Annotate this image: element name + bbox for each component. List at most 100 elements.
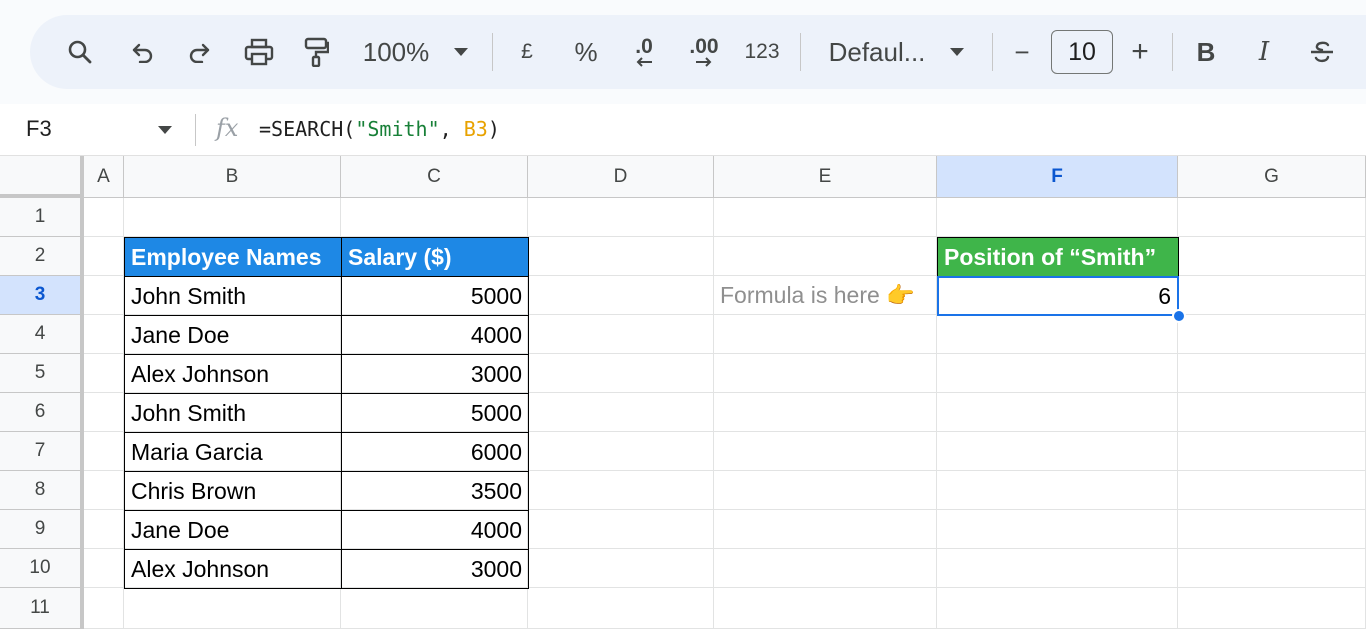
grid-cell[interactable] — [84, 315, 124, 354]
grid-cell[interactable] — [528, 315, 714, 354]
increase-font-size-button[interactable]: + — [1124, 15, 1156, 89]
grid-cell[interactable] — [714, 354, 937, 393]
font-size-input[interactable]: 10 — [1051, 30, 1113, 74]
grid-cell[interactable] — [84, 276, 124, 315]
grid-cell[interactable] — [1178, 432, 1366, 471]
grid-cell[interactable] — [528, 393, 714, 432]
zoom-value[interactable]: 100% — [356, 15, 436, 89]
search-icon[interactable] — [60, 15, 100, 89]
grid-cell[interactable] — [84, 510, 124, 549]
row-header-4[interactable]: 4 — [0, 315, 84, 354]
name-cell[interactable]: Maria Garcia — [124, 432, 342, 472]
column-header-b[interactable]: B — [124, 156, 341, 198]
currency-format-button[interactable]: £ — [512, 15, 542, 89]
row-header-1[interactable]: 1 — [0, 198, 84, 237]
salary-cell[interactable]: 3500 — [341, 471, 529, 511]
strikethrough-icon[interactable] — [1304, 15, 1340, 89]
grid-cell[interactable] — [937, 549, 1178, 588]
name-cell[interactable]: Alex Johnson — [124, 354, 342, 394]
salary-cell[interactable]: 3000 — [341, 354, 529, 394]
name-cell[interactable]: Chris Brown — [124, 471, 342, 511]
zoom-dropdown-icon[interactable] — [448, 15, 474, 89]
grid-cell[interactable] — [528, 432, 714, 471]
font-dropdown-icon[interactable] — [944, 15, 970, 89]
grid-cell[interactable] — [528, 549, 714, 588]
row-header-3[interactable]: 3 — [0, 276, 84, 315]
formula-note-cell[interactable]: Formula is here 👉 — [714, 276, 937, 315]
grid-cell[interactable] — [937, 198, 1178, 237]
row-header-5[interactable]: 5 — [0, 354, 84, 393]
grid-cell[interactable] — [714, 432, 937, 471]
name-box-dropdown-icon[interactable] — [158, 126, 172, 134]
grid-cell[interactable] — [528, 510, 714, 549]
decrease-font-size-button[interactable]: − — [1008, 15, 1036, 89]
grid-cell[interactable] — [1178, 549, 1366, 588]
grid-cell[interactable] — [714, 510, 937, 549]
grid-cell[interactable] — [1178, 471, 1366, 510]
grid-cell[interactable] — [714, 588, 937, 629]
grid-cell[interactable] — [714, 198, 937, 237]
select-all-corner[interactable] — [0, 156, 84, 198]
grid-cell[interactable] — [124, 198, 341, 237]
grid-cell[interactable] — [1178, 315, 1366, 354]
column-header-c[interactable]: C — [341, 156, 528, 198]
column-header-f[interactable]: F — [937, 156, 1178, 198]
grid-cell[interactable] — [84, 588, 124, 629]
active-cell-f3[interactable]: 6 — [937, 276, 1179, 316]
table-header-cell[interactable]: Salary ($) — [341, 237, 529, 277]
bold-button[interactable]: B — [1190, 15, 1222, 89]
grid-cell[interactable] — [714, 471, 937, 510]
salary-cell[interactable]: 5000 — [341, 276, 529, 316]
grid-cell[interactable] — [528, 276, 714, 315]
grid-cell[interactable] — [124, 588, 341, 629]
name-cell[interactable]: Alex Johnson — [124, 549, 342, 589]
salary-cell[interactable]: 4000 — [341, 510, 529, 550]
grid-cell[interactable] — [84, 432, 124, 471]
name-cell[interactable]: John Smith — [124, 393, 342, 433]
row-header-8[interactable]: 8 — [0, 471, 84, 510]
salary-cell[interactable]: 5000 — [341, 393, 529, 433]
grid-cell[interactable] — [937, 588, 1178, 629]
grid-cell[interactable] — [528, 237, 714, 276]
column-header-e[interactable]: E — [714, 156, 937, 198]
grid-cell[interactable] — [937, 471, 1178, 510]
grid-cell[interactable] — [714, 549, 937, 588]
grid-cell[interactable] — [528, 198, 714, 237]
grid-cell[interactable] — [528, 354, 714, 393]
table-header-cell[interactable]: Employee Names — [124, 237, 342, 277]
grid-cell[interactable] — [1178, 198, 1366, 237]
fill-handle[interactable] — [1172, 309, 1186, 323]
decrease-decimal-button[interactable]: .0 — [622, 15, 666, 89]
font-family-select[interactable]: Defaul... — [822, 15, 932, 89]
increase-decimal-button[interactable]: .00 — [682, 15, 726, 89]
row-header-9[interactable]: 9 — [0, 510, 84, 549]
number-format-button[interactable]: 123 — [740, 15, 784, 89]
grid-cell[interactable] — [84, 471, 124, 510]
salary-cell[interactable]: 3000 — [341, 549, 529, 589]
row-header-11[interactable]: 11 — [0, 588, 84, 629]
grid-cell[interactable] — [1178, 276, 1366, 315]
grid-cell[interactable] — [84, 549, 124, 588]
grid-cell[interactable] — [84, 393, 124, 432]
grid-cell[interactable] — [84, 354, 124, 393]
grid-cell[interactable] — [937, 354, 1178, 393]
grid-cell[interactable] — [714, 237, 937, 276]
grid-cell[interactable] — [84, 237, 124, 276]
grid-cell[interactable] — [714, 315, 937, 354]
row-header-6[interactable]: 6 — [0, 393, 84, 432]
grid-cell[interactable] — [937, 315, 1178, 354]
grid-cell[interactable] — [528, 588, 714, 629]
result-header-cell[interactable]: Position of “Smith” — [937, 237, 1179, 277]
grid-cell[interactable] — [1178, 588, 1366, 629]
grid-cell[interactable] — [1178, 237, 1366, 276]
name-cell[interactable]: Jane Doe — [124, 510, 342, 550]
grid-cell[interactable] — [341, 588, 528, 629]
percent-format-button[interactable]: % — [570, 15, 602, 89]
row-header-7[interactable]: 7 — [0, 432, 84, 471]
grid-cell[interactable] — [1178, 393, 1366, 432]
name-box[interactable]: F3 — [26, 116, 52, 142]
formula-input[interactable]: =SEARCH("Smith", B3) — [259, 117, 500, 141]
undo-icon[interactable] — [124, 15, 162, 89]
column-header-d[interactable]: D — [528, 156, 714, 198]
grid-cell[interactable] — [714, 393, 937, 432]
